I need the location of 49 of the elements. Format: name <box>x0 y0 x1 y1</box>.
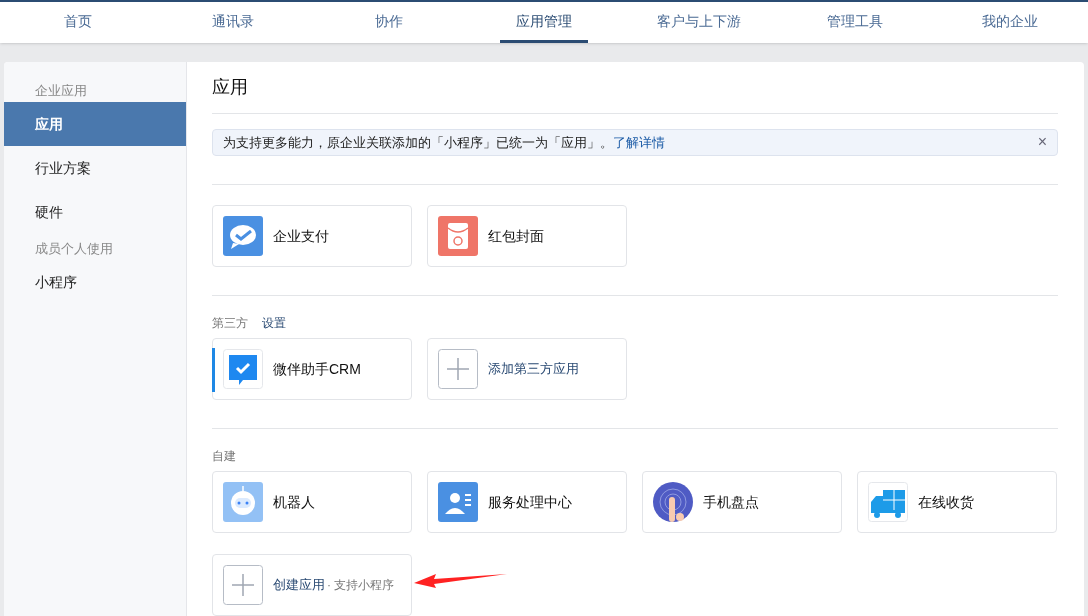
details-link[interactable]: 了解详情 <box>613 132 665 153</box>
app-name: 在线收货 <box>918 492 974 512</box>
app-card[interactable]: 红包封面 <box>427 205 627 267</box>
add-app-card[interactable]: 添加第三方应用 <box>427 338 627 400</box>
notice-text: 为支持更多能力，原企业关联添加的「小程序」已统一为「应用」。 <box>223 133 613 152</box>
nav-tab[interactable]: 应用管理 <box>499 2 588 43</box>
app-name: 企业支付 <box>273 226 329 246</box>
section-title: 第三方 <box>212 315 248 332</box>
sidebar-item[interactable]: 小程序 <box>4 260 186 304</box>
app-card[interactable]: 服务处理中心 <box>427 471 627 533</box>
finger-tap-icon <box>653 482 693 522</box>
app-name: 机器人 <box>273 492 315 512</box>
section-title: 自建 <box>212 448 236 465</box>
app-name: 红包封面 <box>488 226 544 246</box>
add-app-card[interactable]: 创建应用· 支持小程序 <box>212 554 412 616</box>
person-card-icon <box>438 482 478 522</box>
nav-tab[interactable]: 首页 <box>47 2 108 43</box>
nav-tab[interactable]: 我的企业 <box>966 2 1055 43</box>
checkmark-bubble-icon <box>223 349 263 389</box>
app-card[interactable]: 机器人 <box>212 471 412 533</box>
nav-tab[interactable]: 通讯录 <box>196 2 271 43</box>
page-title: 应用 <box>212 62 1058 114</box>
nav-tab[interactable]: 客户与上下游 <box>641 2 758 43</box>
close-button[interactable]: × <box>1037 134 1047 151</box>
chat-bubble-icon <box>223 216 263 256</box>
sidebar-item[interactable]: 硬件 <box>4 190 186 234</box>
app-card[interactable]: 企业支付 <box>212 205 412 267</box>
app-name: 微伴助手CRM <box>273 359 361 379</box>
app-name: 手机盘点 <box>703 492 759 512</box>
sidebar-item[interactable]: 行业方案 <box>4 146 186 190</box>
add-app-label: 添加第三方应用 <box>488 360 579 379</box>
sidebar-heading: 企业应用 <box>34 82 88 101</box>
app-card[interactable]: 手机盘点 <box>642 471 842 533</box>
delivery-truck-icon <box>868 482 908 522</box>
add-app-label: 创建应用 <box>273 576 325 595</box>
add-app-note: · 支持小程序 <box>327 577 395 594</box>
plus-icon <box>438 349 478 389</box>
active-indicator <box>212 348 215 392</box>
app-card[interactable]: 在线收货 <box>857 471 1057 533</box>
nav-tab[interactable]: 管理工具 <box>810 2 899 43</box>
plus-icon <box>223 565 263 605</box>
robot-icon <box>223 482 263 522</box>
sidebar-heading: 成员个人使用 <box>34 240 114 259</box>
sidebar-item[interactable]: 应用 <box>4 102 186 146</box>
envelope-icon <box>438 216 478 256</box>
nav-tab[interactable]: 协作 <box>358 2 419 43</box>
app-name: 服务处理中心 <box>488 492 572 512</box>
app-card[interactable]: 微伴助手CRM <box>212 338 412 400</box>
settings-link[interactable]: 设置 <box>262 314 286 332</box>
